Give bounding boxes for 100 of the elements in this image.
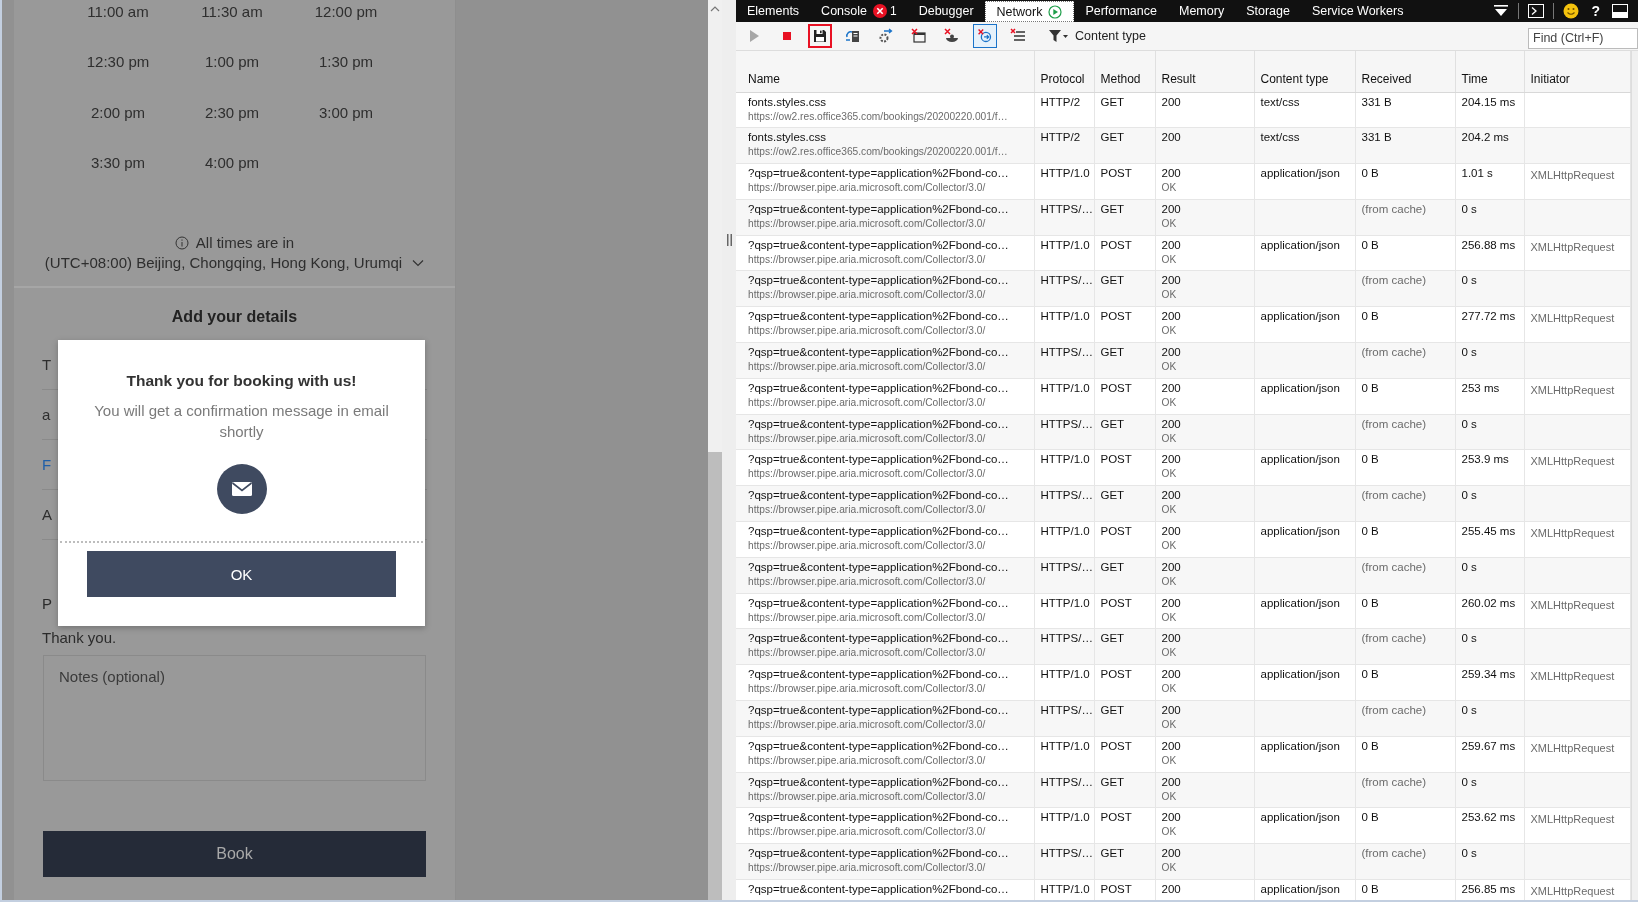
time-slot[interactable]: 1:30 pm	[314, 51, 378, 73]
scroll-up-icon[interactable]	[710, 5, 720, 12]
scrollbar[interactable]	[708, 0, 722, 900]
status-code: 200	[1161, 810, 1182, 826]
method-text: GET	[1100, 703, 1126, 719]
time-slot[interactable]: 2:30 pm	[200, 101, 264, 123]
request-url: https://browser.pipe.aria.microsoft.com/Collector/3.0/	[748, 574, 987, 589]
request-row[interactable]: fonts.styles.css https://ow2.res.office365.com/bookings/20200220.001/f… HTTP/2 GET 200 text/css 331 B 204.15 ms	[736, 92, 1630, 128]
request-row[interactable]: ?qsp=true&content-type=application%2Fbond-co… https://browser.pipe.aria.microsoft.com/Collector/3.0/ HTTP/1.0 POST 200 OK application/json 0 B 259.34 ms XMLHttpRequest	[736, 664, 1630, 701]
time-slot[interactable]: 2:00 pm	[86, 101, 150, 123]
protocol-text: HTTP/1.0	[1040, 380, 1088, 396]
time-text: 0 s	[1461, 201, 1478, 217]
smiley-icon[interactable]	[1563, 3, 1580, 19]
overflow-icon[interactable]	[1493, 5, 1510, 17]
scrollbar-thumb[interactable]	[708, 452, 722, 900]
request-name: ?qsp=true&content-type=application%2Fbond-co…	[748, 201, 1010, 217]
devtools-tab[interactable]: Storage	[1235, 0, 1301, 22]
request-row[interactable]: ?qsp=true&content-type=application%2Fbond-co… HTTP/1.0 POST 200 application/json 0 B 256.85 ms XMLHttpRequest	[736, 879, 1630, 900]
request-row[interactable]: ?qsp=true&content-type=application%2Fbond-co… https://browser.pipe.aria.microsoft.com/Collector/3.0/ HTTP/1.0 POST 200 OK application/json 0 B 253.9 ms XMLHttpRequest	[736, 449, 1630, 486]
dock-icon[interactable]	[1612, 4, 1628, 18]
column-header[interactable]: Received	[1355, 51, 1455, 92]
devtools-tab[interactable]: Service Workers	[1300, 0, 1415, 22]
request-name: ?qsp=true&content-type=application%2Fbond-co…	[748, 738, 1010, 754]
status-code: 200	[1161, 309, 1182, 325]
devtools-tab[interactable]: Performance	[1074, 0, 1168, 22]
request-row[interactable]: fonts.styles.css https://ow2.res.office365.com/bookings/20200220.001/f… HTTP/2 GET 200 text/css 331 B 204.2 ms	[736, 127, 1630, 164]
status-text: OK	[1161, 503, 1178, 518]
refresh-x-icon[interactable]	[973, 24, 997, 48]
status-code: 200	[1161, 345, 1182, 361]
method-text: POST	[1100, 667, 1133, 683]
devtools-tab[interactable]: Memory	[1168, 0, 1236, 22]
request-row[interactable]: ?qsp=true&content-type=application%2Fbond-co… https://browser.pipe.aria.microsoft.com/Collector/3.0/ HTTP/1.0 POST 200 OK application/json 0 B 277.72 ms XMLHttpRequest	[736, 306, 1630, 343]
resize-grip-icon[interactable]	[726, 234, 732, 246]
content-type-text: application/json	[1260, 595, 1341, 611]
request-row[interactable]: ?qsp=true&content-type=application%2Fbond-co… https://browser.pipe.aria.microsoft.com/Collector/3.0/ HTTP/1.0 POST 200 OK application/json 0 B 253.62 ms XMLHttpRequest	[736, 807, 1630, 844]
save-icon[interactable]	[808, 24, 832, 48]
method-text: POST	[1100, 524, 1133, 540]
devtools-tab[interactable]: Elements	[736, 0, 811, 22]
time-slot[interactable]: 3:00 pm	[314, 101, 378, 123]
request-row[interactable]: ?qsp=true&content-type=application%2Fbond-co… https://browser.pipe.aria.microsoft.com/Collector/3.0/ HTTPS/… GET 200 OK (from cache) 0 s	[736, 628, 1630, 665]
request-name: ?qsp=true&content-type=application%2Fbond-co…	[748, 595, 1010, 611]
notes-field[interactable]: Notes (optional)	[43, 655, 426, 781]
column-header[interactable]: Content type	[1254, 51, 1355, 92]
request-row[interactable]: ?qsp=true&content-type=application%2Fbond-co… https://browser.pipe.aria.microsoft.com/Collector/3.0/ HTTPS/… GET 200 OK (from cache) 0 s	[736, 271, 1630, 307]
request-url: https://browser.pipe.aria.microsoft.com/Collector/3.0/	[748, 539, 987, 554]
request-row[interactable]: ?qsp=true&content-type=application%2Fbond-co… https://browser.pipe.aria.microsoft.com/Collector/3.0/ HTTPS/… GET 200 OK (from cache) 0 s	[736, 772, 1630, 808]
request-row[interactable]: ?qsp=true&content-type=application%2Fbond-co… https://browser.pipe.aria.microsoft.com/Collector/3.0/ HTTP/1.0 POST 200 OK application/json 0 B 253 ms XMLHttpRequest	[736, 378, 1630, 415]
find-field[interactable]: Find (Ctrl+F)	[1528, 27, 1638, 49]
column-header[interactable]: Name	[736, 51, 1034, 92]
protocol-text: HTTP/1.0	[1040, 452, 1088, 468]
devtools-tab[interactable]: Debugger	[907, 0, 985, 22]
request-row[interactable]: ?qsp=true&content-type=application%2Fbond-co… https://browser.pipe.aria.microsoft.com/Collector/3.0/ HTTPS/… GET 200 OK (from cache) 0 s	[736, 485, 1630, 522]
request-row[interactable]: ?qsp=true&content-type=application%2Fbond-co… https://browser.pipe.aria.microsoft.com/Collector/3.0/ HTTPS/… GET 200 OK (from cache) 0 s	[736, 843, 1630, 880]
protocol-text: HTTP/1.0	[1040, 166, 1088, 182]
time-slot[interactable]: 12:30 pm	[82, 51, 154, 73]
request-row[interactable]: ?qsp=true&content-type=application%2Fbond-co… https://browser.pipe.aria.microsoft.com/Collector/3.0/ HTTP/1.0 POST 200 OK application/json 0 B 260.02 ms XMLHttpRequest	[736, 593, 1630, 629]
devtools-tab[interactable]: Console 1	[810, 0, 908, 22]
method-text: GET	[1100, 846, 1126, 862]
protocol-text: HTTP/1.0	[1040, 738, 1088, 754]
request-url: https://ow2.res.office365.com/bookings/20200220.001/f…	[748, 145, 1009, 160]
column-header[interactable]: Initiator	[1524, 51, 1630, 92]
column-header[interactable]: Method	[1094, 51, 1155, 92]
initiator-text: XMLHttpRequest	[1530, 311, 1616, 327]
devtools-tab[interactable]: Network	[984, 1, 1075, 22]
request-name: ?qsp=true&content-type=application%2Fbond-co…	[748, 559, 1010, 575]
column-header[interactable]: Time	[1455, 51, 1524, 92]
column-header[interactable]: Result	[1155, 51, 1254, 92]
request-row[interactable]: ?qsp=true&content-type=application%2Fbond-co… https://browser.pipe.aria.microsoft.com/Collector/3.0/ HTTP/1.0 POST 200 OK application/json 0 B 256.88 ms XMLHttpRequest	[736, 235, 1630, 271]
request-row[interactable]: ?qsp=true&content-type=application%2Fbond-co… https://browser.pipe.aria.microsoft.com/Collector/3.0/ HTTPS/… GET 200 OK (from cache) 0 s	[736, 199, 1630, 236]
request-row[interactable]: ?qsp=true&content-type=application%2Fbond-co… https://browser.pipe.aria.microsoft.com/Collector/3.0/ HTTPS/… GET 200 OK (from cache) 0 s	[736, 342, 1630, 379]
request-row[interactable]: ?qsp=true&content-type=application%2Fbond-co… https://browser.pipe.aria.microsoft.com/Collector/3.0/ HTTP/1.0 POST 200 OK application/json 0 B 259.67 ms XMLHttpRequest	[736, 736, 1630, 773]
received-text: 0 B	[1361, 524, 1380, 540]
scrollbar[interactable]	[1630, 51, 1638, 900]
book-button[interactable]: Book	[43, 831, 426, 877]
filter-dropdown[interactable]: Content type	[1043, 28, 1152, 44]
request-url: https://browser.pipe.aria.microsoft.com/Collector/3.0/	[748, 467, 987, 482]
time-slot[interactable]: 11:00 am	[83, 0, 153, 22]
request-url: https://browser.pipe.aria.microsoft.com/Collector/3.0/	[748, 646, 987, 661]
method-text: GET	[1100, 201, 1126, 217]
method-text: GET	[1100, 416, 1126, 432]
request-row[interactable]: ?qsp=true&content-type=application%2Fbond-co… https://browser.pipe.aria.microsoft.com/Collector/3.0/ HTTP/1.0 POST 200 OK application/json 0 B 255.45 ms XMLHttpRequest	[736, 521, 1630, 558]
request-row[interactable]: ?qsp=true&content-type=application%2Fbond-co… https://browser.pipe.aria.microsoft.com/Collector/3.0/ HTTPS/… GET 200 OK (from cache) 0 s	[736, 414, 1630, 450]
time-slot[interactable]: 12:00 pm	[310, 0, 382, 22]
request-row[interactable]: ?qsp=true&content-type=application%2Fbond-co… https://browser.pipe.aria.microsoft.com/Collector/3.0/ HTTP/1.0 POST 200 OK application/json 0 B 1.01 s XMLHttpRequest	[736, 163, 1630, 200]
help-button[interactable]: ?	[1588, 3, 1603, 19]
request-row[interactable]: ?qsp=true&content-type=application%2Fbond-co… https://browser.pipe.aria.microsoft.com/Collector/3.0/ HTTPS/… GET 200 OK (from cache) 0 s	[736, 557, 1630, 594]
time-slot[interactable]: 4:00 pm	[200, 152, 264, 174]
time-slot[interactable]: 3:30 pm	[86, 152, 150, 174]
initiator-text: XMLHttpRequest	[1530, 884, 1616, 900]
console-prompt-icon[interactable]	[1528, 4, 1545, 18]
received-text: 0 B	[1361, 166, 1380, 182]
time-text: 260.02 ms	[1461, 595, 1517, 611]
time-slot[interactable]: 1:00 pm	[200, 51, 264, 73]
column-header[interactable]: Protocol	[1034, 51, 1094, 92]
request-row[interactable]: ?qsp=true&content-type=application%2Fbond-co… https://browser.pipe.aria.microsoft.com/Collector/3.0/ HTTPS/… GET 200 OK (from cache) 0 s	[736, 700, 1630, 737]
timezone-dropdown[interactable]: (UTC+08:00) Beijing, Chongqing, Hong Kong, Urumqi	[44, 254, 425, 271]
time-text: 255.45 ms	[1461, 524, 1517, 540]
ok-button[interactable]: OK	[87, 551, 396, 597]
request-name: ?qsp=true&content-type=application%2Fbond-co…	[748, 345, 1010, 361]
time-slot[interactable]: 11:30 am	[197, 0, 267, 22]
